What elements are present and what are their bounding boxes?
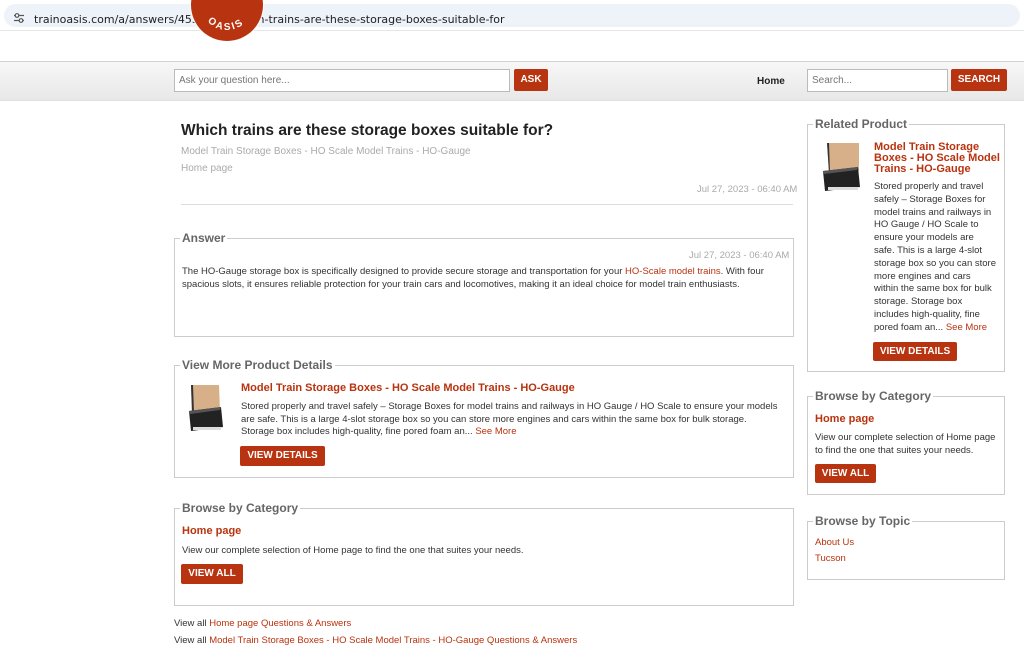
topic-link-about-us[interactable]: About Us bbox=[815, 537, 854, 548]
question-title: Which trains are these storage boxes sui… bbox=[181, 122, 554, 139]
browse-category-legend: Browse by Category bbox=[180, 501, 301, 515]
divider bbox=[181, 204, 793, 205]
ask-button[interactable]: ASK bbox=[514, 69, 548, 91]
product-title-link[interactable]: Model Train Storage Boxes - HO Scale Mod… bbox=[241, 382, 575, 394]
related-product-legend: Related Product bbox=[813, 117, 910, 131]
sidebar-category-legend: Browse by Category bbox=[813, 389, 934, 403]
home-questions-link[interactable]: Home page Questions & Answers bbox=[209, 618, 351, 629]
site-settings-icon[interactable] bbox=[13, 12, 25, 24]
answer-legend: Answer bbox=[180, 231, 228, 245]
breadcrumb-category[interactable]: Model Train Storage Boxes - HO Scale Mod… bbox=[181, 146, 471, 157]
view-all-button[interactable]: VIEW ALL bbox=[181, 564, 243, 584]
answer-date: Jul 27, 2023 - 06:40 AM bbox=[689, 250, 790, 261]
browse-category-panel bbox=[174, 508, 794, 606]
sidebar-topic-panel bbox=[807, 521, 1005, 580]
nav-home-link[interactable]: Home bbox=[757, 76, 785, 87]
question-date: Jul 27, 2023 - 06:40 AM bbox=[697, 184, 798, 195]
product-thumbnail-image[interactable] bbox=[187, 383, 225, 435]
related-product-description: Stored properly and travel safely – Stor… bbox=[874, 181, 996, 333]
view-all-product-questions: View all Model Train Storage Boxes - HO … bbox=[174, 635, 578, 646]
view-details-button[interactable]: VIEW DETAILS bbox=[240, 446, 325, 466]
sidebar-topic-legend: Browse by Topic bbox=[813, 514, 913, 528]
url-text[interactable]: trainoasis.com/a/answers/4538511/Which-t… bbox=[34, 13, 505, 26]
product-description: Stored properly and travel safely – Stor… bbox=[241, 401, 778, 438]
header-bar: ASK Home SEARCH bbox=[0, 61, 1024, 101]
topic-link-tucson[interactable]: Tucson bbox=[815, 553, 846, 564]
product-details-legend: View More Product Details bbox=[180, 358, 335, 372]
related-see-more-link[interactable]: See More bbox=[946, 322, 987, 333]
search-button[interactable]: SEARCH bbox=[951, 69, 1007, 91]
ask-question-input[interactable] bbox=[174, 69, 510, 92]
sidebar-category-text: View our complete selection of Home page… bbox=[815, 432, 996, 456]
ho-scale-link[interactable]: HO-Scale model trains bbox=[625, 266, 721, 277]
search-input[interactable] bbox=[807, 69, 948, 92]
browser-url-bar: trainoasis.com/a/answers/4538511/Which-t… bbox=[0, 0, 1024, 31]
browse-category-text: View our complete selection of Home page… bbox=[182, 545, 524, 556]
breadcrumb-home[interactable]: Home page bbox=[181, 163, 233, 174]
view-all-home-questions: View all Home page Questions & Answers bbox=[174, 618, 352, 629]
product-questions-link[interactable]: Model Train Storage Boxes - HO Scale Mod… bbox=[209, 635, 577, 646]
address-bar[interactable]: trainoasis.com/a/answers/4538511/Which-t… bbox=[4, 4, 1020, 27]
browse-category-heading[interactable]: Home page bbox=[182, 525, 241, 537]
related-product-title-link[interactable]: Model Train Storage Boxes - HO Scale Mod… bbox=[874, 142, 1002, 175]
sidebar-category-heading[interactable]: Home page bbox=[815, 413, 874, 425]
related-view-details-button[interactable]: VIEW DETAILS bbox=[873, 342, 957, 361]
site-logo[interactable]: OASIS bbox=[189, 0, 265, 50]
see-more-link[interactable]: See More bbox=[475, 426, 516, 437]
sidebar-view-all-button[interactable]: VIEW ALL bbox=[815, 464, 876, 483]
related-product-image[interactable] bbox=[821, 141, 861, 194]
answer-text: The HO-Gauge storage box is specifically… bbox=[182, 266, 764, 290]
